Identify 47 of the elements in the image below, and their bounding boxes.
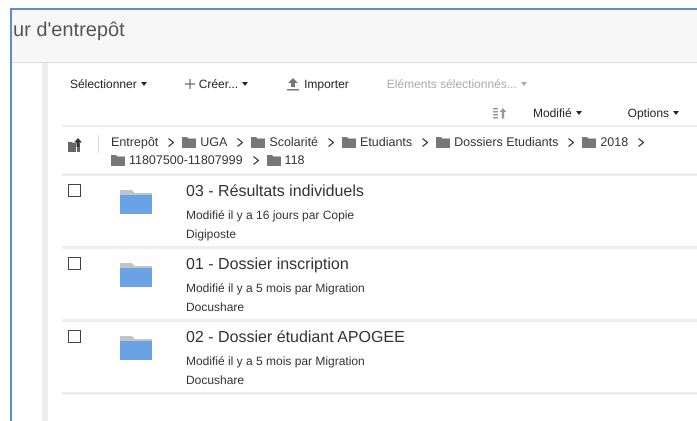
modified-info: Modifié il y a 5 mois par Migration Docushare — [186, 353, 366, 389]
folder-icon — [182, 136, 196, 148]
plus-icon — [184, 79, 195, 89]
breadcrumb-link[interactable]: 118 — [284, 153, 304, 167]
parent-folder-icon[interactable] — [68, 138, 84, 152]
caret-icon — [520, 82, 527, 86]
modified-info: Modifié il y a 5 mois par Migration Docushare — [186, 280, 366, 316]
row-checkbox[interactable] — [68, 184, 81, 197]
folder-icon — [436, 136, 450, 148]
row-checkbox[interactable] — [68, 330, 81, 343]
breadcrumb-link[interactable]: UGA — [200, 135, 228, 149]
chevron-right-icon — [328, 138, 334, 146]
caret-icon — [576, 111, 582, 115]
chevron-right-icon — [638, 138, 644, 146]
folder-icon — [582, 136, 596, 148]
upload-icon — [286, 77, 300, 91]
folder-icon — [120, 336, 152, 360]
caret-icon — [673, 111, 679, 115]
modified-info: Modifié il y a 16 jours par Copie Digiposte — [186, 207, 356, 243]
row-checkbox[interactable] — [68, 257, 81, 270]
breadcrumb-link[interactable]: Etudiants — [360, 135, 412, 149]
sort-menu-button[interactable]: Modifié — [524, 106, 590, 120]
breadcrumb-link[interactable]: Dossiers Etudiants — [454, 135, 558, 149]
page-title: ur d'entrepôt — [13, 18, 125, 42]
sort-order-icon[interactable] — [492, 107, 507, 119]
chevron-right-icon — [168, 138, 174, 146]
breadcrumb-link[interactable]: 11807500-11807999 — [129, 153, 243, 167]
folder-name-link[interactable]: 01 - Dossier inscription — [186, 255, 349, 275]
breadcrumb-link[interactable]: Entrepôt — [111, 135, 158, 149]
breadcrumb-link[interactable]: 2018 — [600, 135, 628, 149]
folder-icon — [120, 190, 152, 214]
folder-icon — [120, 263, 152, 287]
caret-icon — [140, 82, 147, 86]
breadcrumb-link[interactable]: Scolarité — [269, 135, 318, 149]
folder-icon — [111, 154, 125, 166]
folder-icon — [251, 136, 266, 148]
folder-name-link[interactable]: 02 - Dossier étudiant APOGEE — [186, 328, 405, 348]
toolbar-menu-button[interactable]: Sélectionner — [62, 77, 155, 91]
toolbar-menu-button[interactable]: Créer... — [176, 77, 256, 91]
import-button[interactable]: Importer — [278, 77, 357, 91]
chevron-right-icon — [568, 138, 574, 146]
folder-icon — [266, 154, 281, 166]
options-menu-button[interactable]: Options — [620, 106, 687, 120]
caret-icon — [242, 82, 248, 86]
chevron-right-icon — [422, 138, 428, 146]
folder-name-link[interactable]: 03 - Résultats individuels — [186, 182, 364, 202]
folder-icon — [342, 136, 356, 148]
